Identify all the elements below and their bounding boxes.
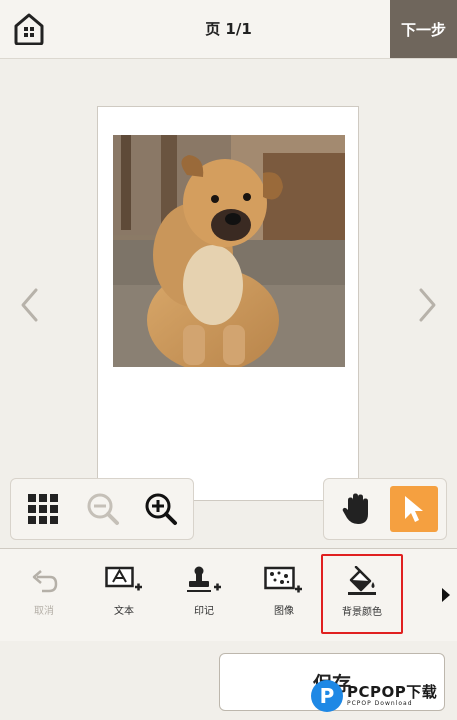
chevron-left-icon [21, 288, 38, 322]
watermark-brand: PCPOP下载 [347, 683, 438, 701]
zoom-in-icon [145, 493, 177, 525]
hand-icon [342, 493, 368, 524]
more-tools-button[interactable] [439, 583, 453, 607]
zoom-out-button[interactable] [83, 489, 123, 529]
zoom-panel [10, 478, 194, 540]
add-image-icon [264, 566, 302, 593]
background-color-icon [348, 566, 376, 595]
pan-hand-button[interactable] [334, 487, 378, 531]
next-page-arrow[interactable] [413, 283, 443, 327]
add-stamp-button[interactable]: 印记 [168, 561, 240, 627]
add-text-button[interactable]: 文本 [88, 561, 160, 627]
page-indicator: 页 1/1 [205, 20, 252, 38]
edit-toolbar: 取消 文本 印记 图像 背景颜色 [0, 548, 457, 642]
tool-mode-panel [323, 478, 447, 540]
watermark-logo: P [311, 680, 343, 712]
triangle-right-icon [442, 588, 450, 602]
dog-photo[interactable] [113, 135, 345, 367]
zoom-out-icon [87, 493, 119, 525]
background-color-label: 背景颜色 [342, 607, 382, 618]
undo-icon [32, 570, 58, 593]
add-text-icon [105, 566, 142, 591]
add-text-label: 文本 [114, 606, 134, 617]
undo-button[interactable]: 取消 [8, 561, 80, 627]
add-image-button[interactable]: 图像 [248, 561, 320, 627]
zoom-in-button[interactable] [141, 489, 181, 529]
add-stamp-label: 印记 [194, 606, 214, 617]
previous-page-button[interactable] [14, 283, 44, 327]
grid-layout-icon [28, 494, 58, 524]
add-image-label: 图像 [274, 606, 294, 617]
next-button[interactable]: 下一步 [390, 0, 457, 58]
background-color-button[interactable]: 背景颜色 [321, 554, 403, 634]
top-bar: 页 1/1 下一步 [0, 0, 457, 59]
undo-label: 取消 [34, 606, 54, 617]
pointer-arrow-icon [405, 496, 423, 522]
watermark-subtitle: PCPOP Download [347, 700, 413, 707]
chevron-right-icon [419, 288, 436, 322]
select-mode-button[interactable] [390, 486, 438, 532]
layout-grid-button[interactable] [23, 489, 63, 529]
add-stamp-icon [187, 566, 221, 592]
watermark: P PCPOP下载 PCPOP Download [311, 678, 451, 714]
